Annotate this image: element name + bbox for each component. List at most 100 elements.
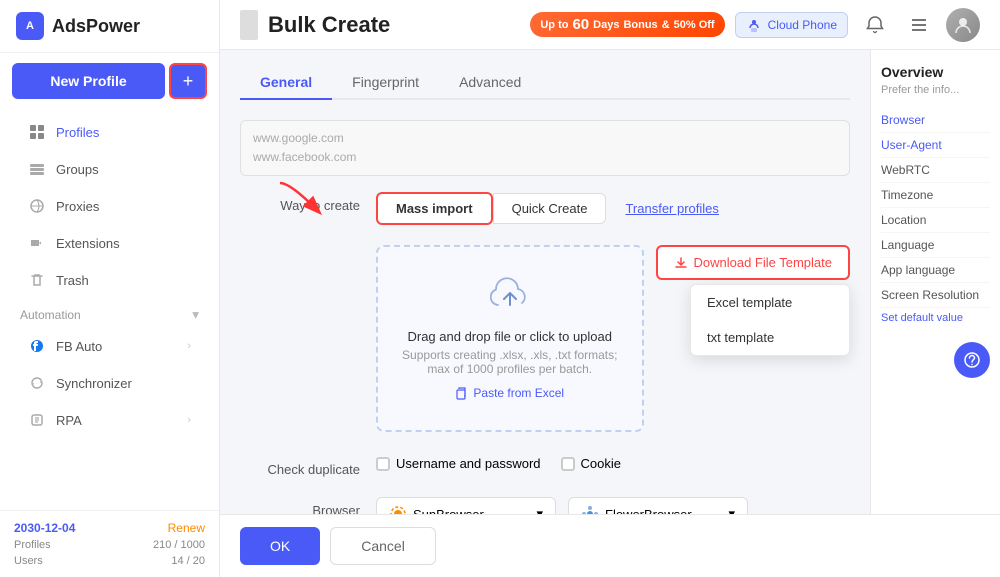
upload-label (240, 245, 360, 251)
promo-days-label: Days (593, 19, 619, 31)
sidebar-item-rpa[interactable]: RPA › (8, 402, 211, 438)
content-main: General Fingerprint Advanced www.google.… (220, 50, 870, 514)
way-to-create-row: Way to create Mass import Quick Create T… (240, 192, 850, 225)
extensions-icon (28, 234, 46, 252)
sidebar-item-proxies[interactable]: Proxies (8, 188, 211, 224)
set-default-button[interactable]: Set default value (881, 312, 990, 324)
upload-dropzone[interactable]: Drag and drop file or click to upload Su… (376, 245, 644, 432)
footer-date: 2030-12-04 (14, 521, 75, 535)
check-cookie[interactable]: Cookie (561, 456, 621, 471)
download-dropdown-menu: Excel template txt template (690, 284, 850, 356)
sidebar-item-synchronizer[interactable]: Synchronizer (8, 365, 211, 401)
browser-options: SunBrowser ▾ FlowerBrowser ▾ (376, 497, 850, 514)
groups-icon (28, 160, 46, 178)
upload-main: Drag and drop file or click to upload Su… (376, 245, 644, 436)
new-profile-area: New Profile + (0, 53, 219, 109)
tab-general[interactable]: General (240, 66, 332, 100)
new-profile-button[interactable]: New Profile (12, 63, 165, 99)
paste-from-excel-link[interactable]: Paste from Excel (398, 386, 622, 400)
cookie-checkbox[interactable] (561, 457, 575, 471)
footer-profiles-label: Profiles (14, 539, 51, 551)
sidebar-item-groups[interactable]: Groups (8, 151, 211, 187)
content-area: General Fingerprint Advanced www.google.… (220, 50, 1000, 514)
groups-label: Groups (56, 162, 99, 177)
check-options-group: Username and password Cookie (376, 456, 850, 471)
browser-label: Browser (240, 497, 360, 514)
footer-renew[interactable]: Renew (168, 521, 205, 535)
support-button[interactable] (954, 342, 990, 378)
collapse-sidebar-button[interactable] (240, 10, 258, 40)
sun-browser-label: SunBrowser (413, 507, 484, 514)
ok-button[interactable]: OK (240, 527, 320, 565)
way-to-create-options: Mass import Quick Create Transfer profil… (376, 192, 850, 225)
automation-collapse[interactable]: ▾ (192, 307, 199, 323)
main-area: Bulk Create Up to 60 Days Bonus & 50% Of… (220, 0, 1000, 577)
username-password-label: Username and password (396, 456, 541, 471)
right-panel-webrtc[interactable]: WebRTC (881, 158, 990, 183)
url-input-area: www.google.com www.facebook.com (240, 120, 850, 176)
profiles-label: Profiles (56, 125, 99, 140)
sidebar-item-profiles[interactable]: Profiles (8, 114, 211, 150)
sidebar-item-trash[interactable]: Trash (8, 262, 211, 298)
sidebar-nav: Profiles Groups Proxies Extensions Trash (0, 109, 219, 510)
flower-browser-chevron: ▾ (728, 506, 735, 514)
automation-header: Automation ▾ (0, 299, 219, 327)
upload-form-control: Drag and drop file or click to upload Su… (376, 245, 850, 436)
sidebar: A AdsPower New Profile + Profiles Groups… (0, 0, 220, 577)
promo-days: 60 (572, 16, 589, 33)
right-panel-screen-resolution[interactable]: Screen Resolution (881, 283, 990, 308)
right-panel-language[interactable]: Language (881, 233, 990, 258)
new-profile-add-button[interactable]: + (169, 63, 207, 99)
right-panel-subtitle: Prefer the info... (881, 84, 990, 96)
cloud-phone-label: Cloud Phone (768, 18, 837, 32)
check-username-password[interactable]: Username and password (376, 456, 541, 471)
menu-button[interactable] (902, 8, 936, 42)
check-duplicate-label: Check duplicate (240, 456, 360, 477)
promo-prefix: Up to (540, 19, 568, 31)
promo-bonus: Bonus (623, 19, 657, 31)
cancel-button[interactable]: Cancel (330, 527, 436, 565)
proxies-label: Proxies (56, 199, 99, 214)
sidebar-item-fb-auto[interactable]: FB Auto › (8, 328, 211, 364)
automation-label: Automation (20, 308, 81, 322)
promo-amp: & (662, 19, 670, 31)
trash-icon (28, 271, 46, 289)
download-template-button[interactable]: Download File Template (656, 245, 851, 280)
page-title: Bulk Create (268, 12, 390, 38)
create-options-group: Mass import Quick Create Transfer profil… (376, 192, 850, 225)
header-right: Up to 60 Days Bonus & 50% Off Cloud Phon… (530, 8, 980, 42)
username-password-checkbox[interactable] (376, 457, 390, 471)
cloud-phone-button[interactable]: Cloud Phone (735, 12, 848, 38)
flower-browser-icon (581, 505, 599, 514)
user-avatar[interactable] (946, 8, 980, 42)
rpa-icon (28, 411, 46, 429)
excel-template-option[interactable]: Excel template (691, 285, 849, 320)
quick-create-button[interactable]: Quick Create (493, 193, 607, 224)
browser-row: Browser SunBrowser ▾ (240, 497, 850, 514)
url-placeholder-2: www.facebook.com (253, 148, 837, 167)
fb-auto-label: FB Auto (56, 339, 102, 354)
right-panel-location[interactable]: Location (881, 208, 990, 233)
red-arrow-indicator (270, 178, 330, 221)
tab-advanced[interactable]: Advanced (439, 66, 541, 100)
tab-fingerprint[interactable]: Fingerprint (332, 66, 439, 100)
sun-browser-chevron: ▾ (536, 506, 543, 514)
flower-browser-select[interactable]: FlowerBrowser ▾ (568, 497, 748, 514)
mass-import-button[interactable]: Mass import (376, 192, 493, 225)
flower-browser-label: FlowerBrowser (605, 507, 692, 514)
sun-browser-select[interactable]: SunBrowser ▾ (376, 497, 556, 514)
sun-browser-inner: SunBrowser (389, 505, 484, 514)
right-panel-app-language[interactable]: App language (881, 258, 990, 283)
sidebar-item-extensions[interactable]: Extensions (8, 225, 211, 261)
footer-users: Users 14 / 20 (14, 555, 205, 567)
right-panel-timezone[interactable]: Timezone (881, 183, 990, 208)
right-panel-user-agent[interactable]: User-Agent (881, 133, 990, 158)
transfer-profiles-link[interactable]: Transfer profiles (606, 193, 737, 224)
url-placeholder-1: www.google.com (253, 129, 837, 148)
sun-browser-icon (389, 505, 407, 514)
cookie-label: Cookie (581, 456, 621, 471)
txt-template-option[interactable]: txt template (691, 320, 849, 355)
upload-row: Drag and drop file or click to upload Su… (376, 245, 850, 436)
right-panel-browser[interactable]: Browser (881, 108, 990, 133)
notifications-button[interactable] (858, 8, 892, 42)
